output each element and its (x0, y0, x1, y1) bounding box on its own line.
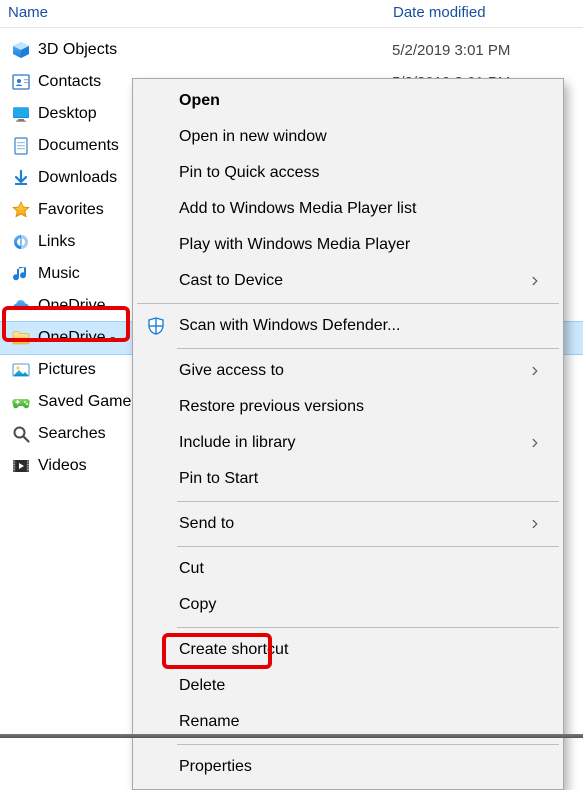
menu-separator (177, 348, 559, 349)
context-menu: Open Open in new window Pin to Quick acc… (132, 78, 564, 790)
contacts-icon (8, 71, 34, 93)
column-header-row: Name Date modified (0, 0, 583, 28)
menu-separator (177, 546, 559, 547)
column-header-name[interactable]: Name (0, 4, 385, 21)
menu-play-wmp[interactable]: Play with Windows Media Player (135, 227, 561, 263)
file-date: 5/2/2019 3:01 PM (386, 42, 510, 59)
links-icon (8, 231, 34, 253)
savedgames-icon (8, 391, 34, 413)
favorites-icon (8, 199, 34, 221)
menu-separator (177, 501, 559, 502)
menu-cut[interactable]: Cut (135, 551, 561, 587)
videos-icon (8, 455, 34, 477)
documents-icon (8, 135, 34, 157)
menu-delete[interactable]: Delete (135, 668, 561, 704)
column-header-date[interactable]: Date modified (385, 4, 583, 21)
menu-pin-start[interactable]: Pin to Start (135, 461, 561, 497)
menu-cast-to-device[interactable]: Cast to Device (135, 263, 561, 299)
onedrive-icon (8, 295, 34, 317)
menu-properties[interactable]: Properties (135, 749, 561, 785)
folder-icon (8, 327, 34, 349)
menu-scan-defender[interactable]: Scan with Windows Defender... (135, 308, 561, 344)
menu-copy[interactable]: Copy (135, 587, 561, 623)
desktop-icon (8, 103, 34, 125)
taskbar-edge (0, 734, 583, 738)
defender-shield-icon (135, 316, 177, 336)
file-name: 3D Objects (34, 41, 386, 59)
menu-give-access[interactable]: Give access to (135, 353, 561, 389)
menu-open[interactable]: Open (135, 83, 561, 119)
objects3d-icon (8, 39, 34, 61)
pictures-icon (8, 359, 34, 381)
chevron-right-icon (529, 364, 547, 378)
menu-add-wmp-list[interactable]: Add to Windows Media Player list (135, 191, 561, 227)
menu-restore-previous[interactable]: Restore previous versions (135, 389, 561, 425)
downloads-icon (8, 167, 34, 189)
menu-include-library[interactable]: Include in library (135, 425, 561, 461)
music-icon (8, 263, 34, 285)
chevron-right-icon (529, 517, 547, 531)
menu-open-new-window[interactable]: Open in new window (135, 119, 561, 155)
menu-separator (137, 303, 559, 304)
chevron-right-icon (529, 274, 547, 288)
menu-create-shortcut[interactable]: Create shortcut (135, 632, 561, 668)
chevron-right-icon (529, 436, 547, 450)
menu-separator (177, 744, 559, 745)
searches-icon (8, 423, 34, 445)
menu-separator (177, 627, 559, 628)
file-row[interactable]: 3D Objects5/2/2019 3:01 PM (0, 34, 583, 66)
menu-send-to[interactable]: Send to (135, 506, 561, 542)
menu-pin-quick-access[interactable]: Pin to Quick access (135, 155, 561, 191)
